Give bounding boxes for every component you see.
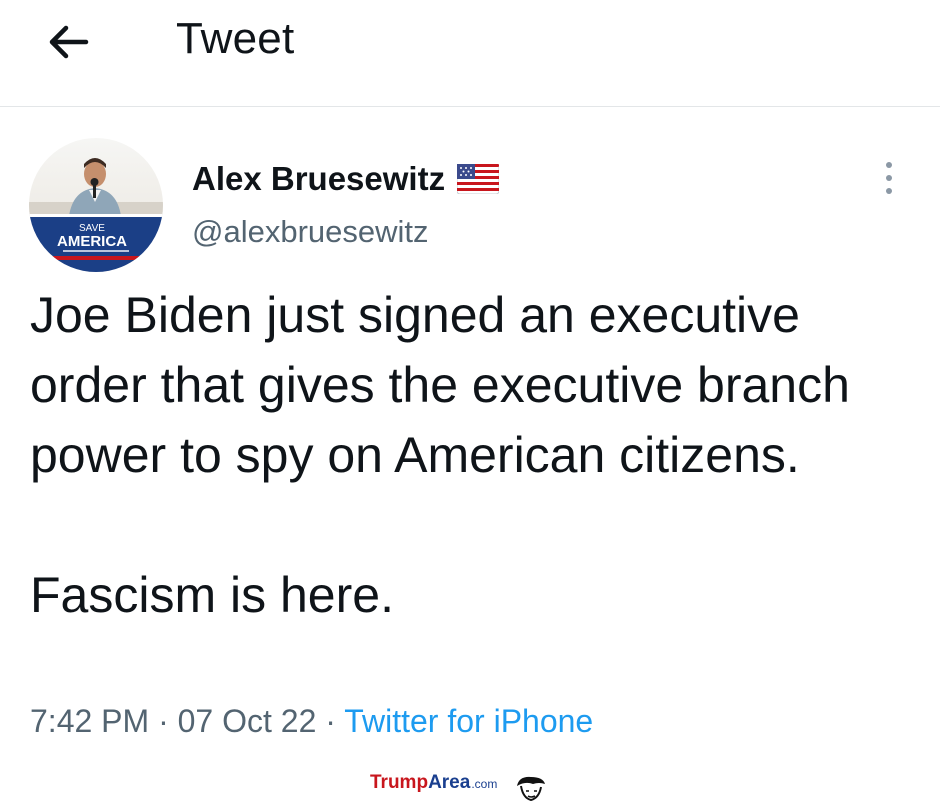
tweet-time[interactable]: 7:42 PM [30, 703, 149, 739]
watermark-text: Trump [370, 772, 429, 793]
more-vertical-icon-dot [886, 175, 892, 181]
more-vertical-icon-dot [886, 188, 892, 194]
meta-separator: · [325, 703, 336, 739]
page-title: Tweet [176, 14, 295, 63]
more-menu-button[interactable] [874, 158, 904, 198]
watermark-logo-icon [517, 776, 546, 802]
more-vertical-icon [886, 162, 892, 168]
watermark: Trump Area .com [370, 772, 551, 804]
tweet-date[interactable]: 07 Oct 22 [178, 703, 317, 739]
us-flag-icon [457, 164, 500, 194]
author-handle[interactable]: @alexbruesewitz [192, 214, 429, 250]
tweet-text-paragraph: Fascism is here. [30, 567, 394, 623]
author-display-name[interactable]: Alex Bruesewitz [192, 160, 445, 198]
author-name-row: Alex Bruesewitz [192, 160, 500, 198]
top-app-bar: Tweet [0, 0, 940, 107]
tweet-metadata: 7:42 PM · 07 Oct 22 · Twitter for iPhone [30, 703, 593, 740]
back-button[interactable] [42, 20, 94, 64]
avatar-sign-text: AMERICA [57, 233, 127, 250]
tweet-source-link[interactable]: Twitter for iPhone [344, 703, 593, 739]
tweet-text-paragraph: Joe Biden just signed an executive order… [30, 287, 850, 483]
watermark-text: .com [471, 777, 498, 791]
meta-separator: · [158, 703, 169, 739]
tweet-text: Joe Biden just signed an executive order… [30, 280, 910, 630]
arrow-left-icon [49, 25, 89, 59]
avatar[interactable]: SAVE AMERICA [29, 138, 163, 272]
watermark-text: Area [428, 772, 471, 793]
